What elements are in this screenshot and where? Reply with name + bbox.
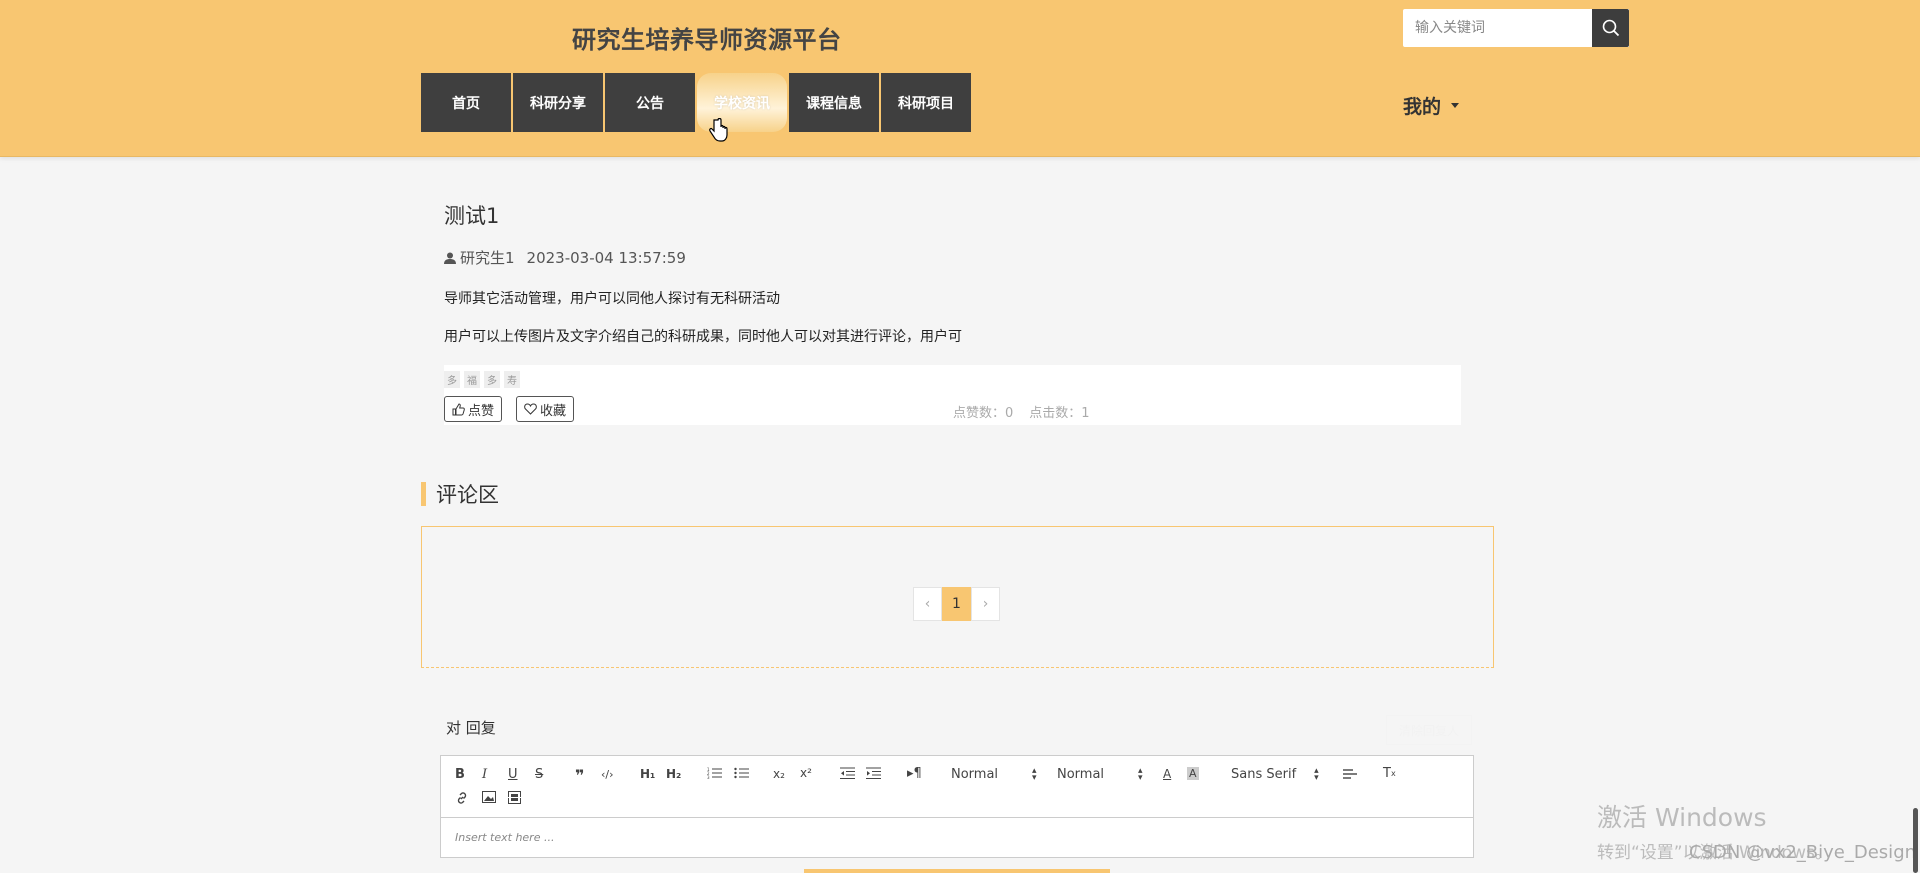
pagination: ‹ 1 ›	[913, 587, 1000, 621]
chevron-down-icon	[1451, 103, 1460, 108]
underline-icon[interactable]: U	[508, 767, 518, 782]
nav-item-home[interactable]: 首页	[421, 73, 511, 132]
strikethrough-icon[interactable]: S	[535, 767, 543, 782]
tag: 多	[444, 371, 460, 388]
italic-icon[interactable]: I	[482, 767, 487, 782]
header-select-value: Normal	[951, 767, 999, 782]
align-icon[interactable]	[1343, 768, 1357, 780]
post-tags: 多 福 多 寿	[444, 371, 520, 388]
size-select[interactable]: Normal ▴ ▾	[1057, 765, 1143, 783]
page-button[interactable]: 1	[942, 587, 971, 621]
heart-icon	[524, 403, 537, 415]
post-time: 2023-03-04 13:57:59	[526, 248, 686, 267]
tag: 寿	[504, 371, 520, 388]
search-button[interactable]	[1592, 9, 1629, 47]
select-arrows-icon: ▴ ▾	[1138, 765, 1143, 783]
like-label: 点赞	[468, 403, 495, 419]
scrollbar[interactable]	[1913, 808, 1918, 873]
select-arrows-icon: ▴ ▾	[1314, 765, 1319, 783]
link-icon[interactable]	[455, 791, 469, 805]
reply-label: 对 回复	[446, 719, 496, 737]
favorite-label: 收藏	[540, 403, 567, 419]
like-button[interactable]: 点赞	[444, 396, 503, 422]
tag: 多	[484, 371, 500, 388]
superscript-icon[interactable]: x²	[800, 766, 812, 780]
bold-icon[interactable]: B	[455, 767, 465, 782]
size-select-value: Normal	[1057, 767, 1105, 782]
nav-item-notice[interactable]: 公告	[605, 73, 695, 132]
hand-cursor-icon	[709, 118, 728, 142]
accent-bar	[421, 482, 426, 506]
site-title: 研究生培养导师资源平台	[572, 26, 842, 54]
user-icon	[444, 252, 456, 264]
post-action-bar: 多 福 多 寿 点赞 收藏 点赞数：0 点击数：1	[444, 365, 1461, 425]
main-nav: 首页 科研分享 公告 学校资讯 课程信息 科研项目	[421, 73, 971, 132]
header: 研究生培养导师资源平台 首页 科研分享 公告 学校资讯 课程信息 科研项目 我的	[0, 0, 1920, 157]
bullet-list-icon[interactable]	[734, 767, 749, 779]
font-select[interactable]: Sans Serif ▴ ▾	[1231, 765, 1319, 783]
outdent-icon[interactable]	[840, 767, 855, 779]
font-color-icon[interactable]: A	[1163, 767, 1171, 781]
post-meta: 研究生1 2023-03-04 13:57:59	[444, 247, 686, 268]
post-title: 测试1	[444, 204, 500, 228]
blockquote-icon[interactable]: ❞	[575, 766, 584, 785]
comment-section-header: 评论区	[421, 479, 499, 509]
next-page-button[interactable]: ›	[971, 587, 1000, 621]
svg-text:3: 3	[707, 775, 710, 779]
rich-text-editor: B I U S ❞ ‹/› H₁ H₂ 123 x₂ x² ▸¶ Normal …	[440, 755, 1474, 858]
clear-reply-button[interactable]: 清除回复人	[1386, 715, 1472, 745]
header-select[interactable]: Normal ▴ ▾	[951, 765, 1037, 783]
like-count: 点赞数：0	[953, 406, 1014, 421]
submit-button[interactable]	[804, 869, 1110, 873]
comment-list: ‹ 1 ›	[421, 526, 1494, 668]
my-menu[interactable]: 我的	[1403, 92, 1460, 119]
select-arrows-icon: ▴ ▾	[1032, 765, 1037, 783]
font-select-value: Sans Serif	[1231, 767, 1297, 782]
subscript-icon[interactable]: x₂	[773, 767, 785, 781]
activation-title: 激活 Windows	[1597, 803, 1767, 832]
image-icon[interactable]	[482, 791, 496, 803]
clear-format-icon[interactable]: Tx	[1383, 766, 1396, 781]
prev-page-button[interactable]: ‹	[913, 587, 942, 621]
thumbs-up-icon	[452, 402, 465, 415]
favorite-button[interactable]: 收藏	[516, 396, 575, 422]
heading2-icon[interactable]: H₂	[666, 767, 681, 781]
code-block-icon[interactable]: ‹/›	[601, 768, 614, 781]
nav-item-research-project[interactable]: 科研项目	[881, 73, 971, 132]
nav-item-research-share[interactable]: 科研分享	[513, 73, 603, 132]
video-icon[interactable]	[508, 791, 521, 804]
post-paragraph: 导师其它活动管理，用户可以同他人探讨有无科研活动	[444, 291, 780, 307]
ordered-list-icon[interactable]: 123	[707, 767, 722, 779]
editor-content[interactable]: Insert text here ...	[455, 831, 554, 844]
post-paragraph: 用户可以上传图片及文字介绍自己的科研成果，同时他人可以对其进行评论，用户可	[444, 329, 962, 345]
search-icon	[1602, 19, 1619, 37]
post-stats: 点赞数：0 点击数：1	[953, 402, 1090, 421]
editor-toolbar: B I U S ❞ ‹/› H₁ H₂ 123 x₂ x² ▸¶ Normal …	[441, 756, 1473, 818]
tag: 福	[464, 371, 480, 388]
heading1-icon[interactable]: H₁	[640, 767, 655, 781]
my-menu-label: 我的	[1403, 96, 1442, 118]
post-author: 研究生1	[460, 249, 515, 267]
background-color-icon[interactable]: A	[1187, 767, 1199, 780]
click-count: 点击数：1	[1029, 406, 1090, 421]
watermark: CSDN @vx2_Biye_Design	[1689, 842, 1917, 863]
text-direction-icon[interactable]: ▸¶	[907, 766, 922, 781]
nav-item-course-info[interactable]: 课程信息	[789, 73, 879, 132]
comment-section-title: 评论区	[436, 483, 499, 507]
indent-icon[interactable]	[866, 767, 881, 779]
